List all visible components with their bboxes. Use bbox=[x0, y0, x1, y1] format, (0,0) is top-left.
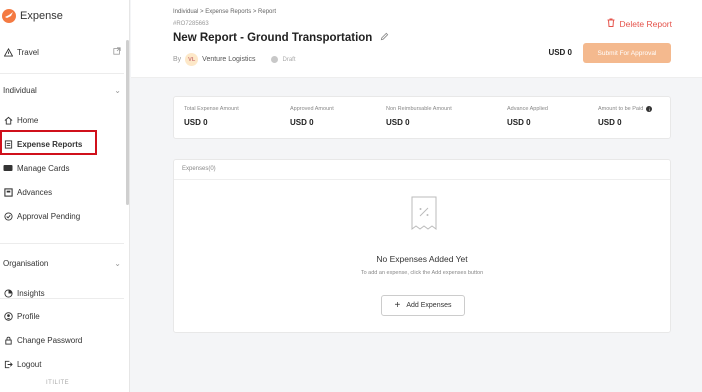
edit-pencil-icon[interactable] bbox=[380, 32, 389, 44]
divider bbox=[0, 73, 124, 74]
logout-icon bbox=[3, 359, 13, 369]
summary-value: USD 0 bbox=[184, 118, 208, 127]
report-header: Individual > Expense Reports > Report #R… bbox=[131, 0, 702, 78]
status-dot-icon bbox=[271, 56, 279, 63]
report-meta: By VL Venture Logistics Draft bbox=[173, 53, 296, 66]
sidebar-item-change-password[interactable]: Change Password bbox=[3, 335, 121, 345]
external-link-icon[interactable] bbox=[113, 47, 121, 57]
sidebar-item-label: Advances bbox=[17, 187, 53, 197]
report-total: USD 0 bbox=[548, 48, 572, 57]
check-circle-icon bbox=[3, 211, 13, 221]
sidebar-item-label: Home bbox=[17, 115, 39, 125]
summary-label: Total Expense Amount bbox=[184, 106, 239, 112]
submit-for-approval-button[interactable]: Submit For Approval bbox=[583, 43, 671, 63]
sidebar-item-insights[interactable]: Insights bbox=[3, 288, 121, 298]
company-name: Venture Logistics bbox=[202, 56, 256, 63]
profile-icon bbox=[3, 311, 13, 321]
summary-label: Approved Amount bbox=[290, 106, 334, 112]
empty-title: No Expenses Added Yet bbox=[376, 254, 468, 264]
summary-label-row: Amount to be Paid i bbox=[598, 106, 653, 112]
by-label: By bbox=[173, 56, 182, 63]
delete-report-button[interactable]: Delete Report bbox=[607, 18, 672, 29]
section-title: Individual bbox=[3, 86, 37, 95]
advances-icon bbox=[3, 187, 13, 197]
summary-value: USD 0 bbox=[290, 118, 314, 127]
empty-subtitle: To add an expense, click the Add expense… bbox=[360, 270, 484, 276]
section-organisation[interactable]: Organisation ⌄ bbox=[3, 259, 121, 268]
sidebar-item-label: Change Password bbox=[17, 335, 83, 345]
status-badge: Draft bbox=[282, 56, 296, 63]
brand-name: Expense bbox=[20, 10, 63, 22]
delete-label: Delete Report bbox=[619, 18, 672, 29]
sidebar-item-label: Approval Pending bbox=[17, 211, 81, 221]
sidebar-item-approval-pending[interactable]: Approval Pending bbox=[3, 211, 121, 221]
main-content: Individual > Expense Reports > Report #R… bbox=[131, 0, 702, 392]
summary-total-expense: Total Expense Amount USD 0 bbox=[184, 106, 239, 127]
summary-card: Total Expense Amount USD 0 Approved Amou… bbox=[173, 96, 671, 139]
sidebar-item-label: Expense Reports bbox=[17, 139, 83, 149]
divider bbox=[0, 298, 124, 299]
logo-icon bbox=[2, 9, 16, 23]
sidebar-item-profile[interactable]: Profile bbox=[3, 311, 121, 321]
lock-icon bbox=[3, 335, 13, 345]
plus-icon: + bbox=[394, 300, 401, 311]
page-title: New Report - Ground Transportation bbox=[173, 32, 389, 44]
avatar: VL bbox=[185, 53, 199, 66]
brand[interactable]: Expense bbox=[2, 9, 63, 23]
sidebar-item-home[interactable]: Home bbox=[3, 115, 121, 125]
summary-label: Non Reimbursable Amount bbox=[386, 106, 452, 112]
warning-triangle-icon bbox=[3, 47, 13, 57]
section-individual[interactable]: Individual ⌄ bbox=[3, 86, 121, 95]
add-expenses-label: Add Expenses bbox=[406, 302, 452, 309]
summary-label: Amount to be Paid bbox=[598, 106, 644, 112]
sidebar-item-label: Insights bbox=[17, 288, 45, 298]
report-icon bbox=[3, 139, 13, 149]
section-title: Organisation bbox=[3, 259, 49, 268]
add-expenses-button[interactable]: + Add Expenses bbox=[381, 295, 465, 316]
expenses-card: Expenses(0) No Expenses Added Yet To add… bbox=[173, 159, 671, 333]
insights-icon bbox=[3, 288, 13, 298]
report-title: New Report - Ground Transportation bbox=[173, 32, 373, 44]
summary-value: USD 0 bbox=[507, 118, 531, 127]
summary-value: USD 0 bbox=[386, 118, 410, 127]
summary-value: USD 0 bbox=[598, 118, 622, 127]
summary-non-reimbursable: Non Reimbursable Amount USD 0 bbox=[386, 106, 452, 127]
footer-logo: ITILITE bbox=[46, 380, 69, 386]
divider bbox=[0, 243, 124, 244]
sidebar-item-expense-reports[interactable]: Expense Reports bbox=[3, 139, 121, 149]
sidebar-item-advances[interactable]: Advances bbox=[3, 187, 121, 197]
sidebar-scrollbar[interactable] bbox=[126, 40, 129, 205]
chevron-down-icon: ⌄ bbox=[114, 259, 121, 268]
expenses-header: Expenses(0) bbox=[174, 160, 670, 180]
footer-logo-text: ITILITE bbox=[46, 380, 70, 386]
chevron-down-icon: ⌄ bbox=[114, 86, 121, 95]
info-icon[interactable]: i bbox=[646, 106, 653, 112]
sidebar-item-label: Logout bbox=[17, 359, 42, 369]
home-icon bbox=[3, 115, 13, 125]
trash-icon bbox=[607, 18, 615, 29]
empty-receipt-icon bbox=[411, 196, 437, 230]
sidebar-item-travel[interactable]: Travel bbox=[3, 47, 121, 57]
summary-approved: Approved Amount USD 0 bbox=[290, 106, 334, 127]
sidebar: Expense Travel Individual ⌄ Home Expense… bbox=[0, 0, 130, 392]
card-icon bbox=[3, 163, 13, 173]
sidebar-item-label: Travel bbox=[17, 47, 39, 57]
sidebar-item-logout[interactable]: Logout bbox=[3, 359, 121, 369]
sidebar-item-manage-cards[interactable]: Manage Cards bbox=[3, 163, 121, 173]
report-id: #RO7285663 bbox=[173, 21, 209, 27]
summary-amount-to-pay: Amount to be Paid i USD 0 bbox=[598, 106, 653, 127]
summary-label: Advance Applied bbox=[507, 106, 548, 112]
sidebar-item-label: Profile bbox=[17, 311, 40, 321]
summary-advance-applied: Advance Applied USD 0 bbox=[507, 106, 548, 127]
breadcrumb[interactable]: Individual > Expense Reports > Report bbox=[173, 9, 276, 15]
sidebar-item-label: Manage Cards bbox=[17, 163, 70, 173]
